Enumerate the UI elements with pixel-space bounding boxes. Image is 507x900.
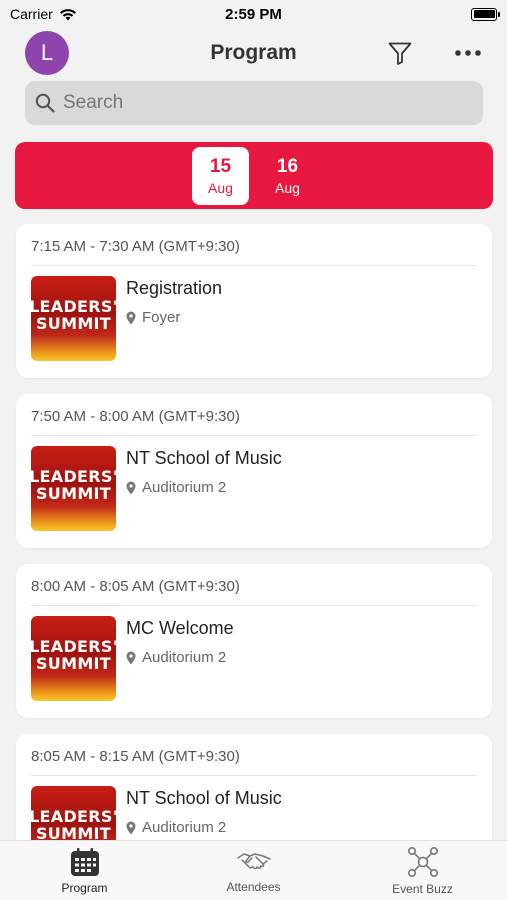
page-title: Program (210, 41, 297, 64)
session-info: Registration Foyer (126, 276, 222, 361)
location-pin-icon (126, 651, 136, 664)
location-label: Auditorium 2 (142, 649, 227, 666)
date-day: 16 (276, 155, 299, 177)
thumbnail-logo-text: LEADERS' SUMMIT (31, 466, 116, 503)
session-time: 8:00 AM - 8:05 AM (GMT+9:30) (31, 576, 477, 606)
session-card[interactable]: 7:50 AM - 8:00 AM (GMT+9:30) LEADERS' SUM… (16, 394, 492, 548)
location-label: Auditorium 2 (142, 819, 227, 836)
nav-actions (385, 38, 483, 68)
session-time: 7:50 AM - 8:00 AM (GMT+9:30) (31, 406, 477, 436)
search-input[interactable]: Search (25, 81, 483, 125)
filter-button[interactable] (385, 38, 415, 68)
session-info: NT School of Music Auditorium 2 (126, 446, 282, 531)
tab-label: Event Buzz (392, 881, 453, 896)
date-day: 15 (209, 155, 232, 177)
thumbnail-logo-text: LEADERS' SUMMIT (31, 806, 116, 843)
session-thumbnail: LEADERS' SUMMIT (31, 276, 116, 361)
thumbnail-logo-text: LEADERS' SUMMIT (31, 296, 116, 333)
avatar[interactable]: L (25, 31, 69, 75)
session-info: MC Welcome Auditorium 2 (126, 616, 234, 701)
search-placeholder: Search (63, 92, 124, 113)
handshake-icon (236, 852, 271, 869)
status-bar: Carrier 2:59 PM (0, 0, 507, 28)
tab-bar: Program Attendees Event Buzz (0, 840, 507, 900)
session-body: LEADERS' SUMMIT MC Welcome Auditorium 2 (31, 616, 477, 701)
location-label: Foyer (142, 309, 181, 326)
location-pin-icon (126, 311, 136, 324)
date-tab-15-aug[interactable]: 15 Aug (192, 146, 249, 205)
session-title: NT School of Music (126, 788, 282, 808)
location-label: Auditorium 2 (142, 479, 227, 496)
session-title: MC Welcome (126, 618, 234, 638)
session-thumbnail: LEADERS' SUMMIT (31, 616, 116, 701)
session-card[interactable]: 8:00 AM - 8:05 AM (GMT+9:30) LEADERS' SUM… (16, 564, 492, 718)
session-card[interactable]: 7:15 AM - 7:30 AM (GMT+9:30) LEADERS' SUM… (16, 224, 492, 378)
tab-event-buzz[interactable]: Event Buzz (353, 846, 493, 896)
session-body: LEADERS' SUMMIT NT School of Music Audito… (31, 446, 477, 531)
session-location: Foyer (126, 309, 222, 326)
network-icon (407, 846, 438, 877)
session-time: 7:15 AM - 7:30 AM (GMT+9:30) (31, 236, 477, 266)
more-button[interactable] (453, 38, 483, 68)
date-selector: 15 Aug 16 Aug (15, 142, 493, 209)
date-month: Aug (208, 179, 233, 196)
location-pin-icon (126, 481, 136, 494)
thumbnail-logo-text: LEADERS' SUMMIT (31, 636, 116, 673)
tab-program[interactable]: Program (15, 847, 155, 895)
date-tab-16-aug[interactable]: 16 Aug (259, 147, 316, 205)
tab-label: Program (61, 880, 108, 895)
avatar-initial: L (40, 40, 54, 65)
session-location: Auditorium 2 (126, 649, 234, 666)
session-location: Auditorium 2 (126, 479, 282, 496)
location-pin-icon (126, 821, 136, 834)
battery-icon (471, 7, 500, 21)
carrier-label: Carrier (10, 6, 53, 22)
session-title: Registration (126, 278, 223, 298)
more-icon (455, 50, 481, 56)
session-thumbnail: LEADERS' SUMMIT (31, 446, 116, 531)
search-icon (35, 93, 55, 113)
calendar-icon (70, 847, 99, 876)
tab-label: Attendees (226, 879, 281, 894)
session-time: 8:05 AM - 8:15 AM (GMT+9:30) (31, 746, 477, 776)
session-list: 7:15 AM - 7:30 AM (GMT+9:30) LEADERS' SUM… (16, 224, 492, 900)
tab-attendees[interactable]: Attendees (184, 848, 324, 894)
session-title: NT School of Music (126, 448, 282, 468)
nav-bar: L Program (0, 28, 507, 78)
clock: 2:59 PM (225, 5, 282, 23)
session-location: Auditorium 2 (126, 819, 282, 836)
status-left: Carrier (10, 6, 77, 22)
date-month: Aug (275, 179, 300, 196)
wifi-icon (59, 8, 76, 20)
session-body: LEADERS' SUMMIT Registration Foyer (31, 276, 477, 361)
filter-icon (388, 42, 412, 65)
